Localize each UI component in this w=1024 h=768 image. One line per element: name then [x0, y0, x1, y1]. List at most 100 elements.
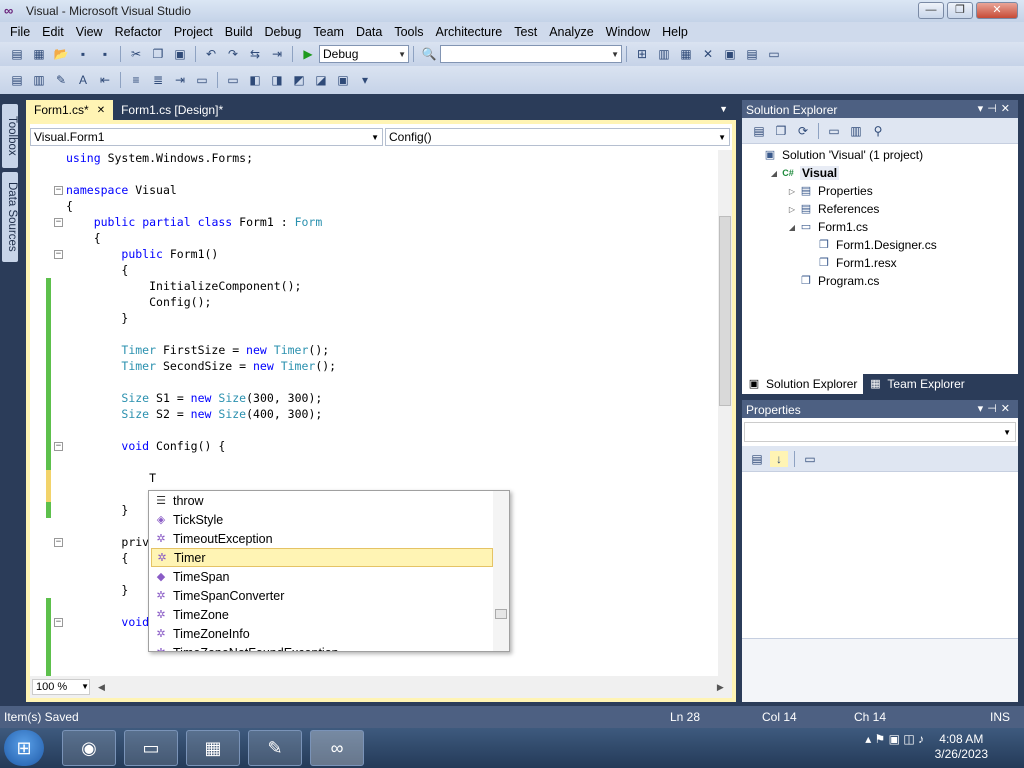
add-item-icon[interactable]: ▦: [30, 46, 48, 62]
collapse-icon[interactable]: −: [54, 538, 63, 547]
parameter-info-icon[interactable]: ▥: [30, 72, 48, 88]
decrease-indent-icon[interactable]: ⇤: [96, 72, 114, 88]
increase-indent-icon[interactable]: ⇥: [171, 72, 189, 88]
completion-item[interactable]: ◆ TimeSpan: [151, 567, 493, 586]
panel-controls[interactable]: ▾⊣✕: [978, 102, 1014, 115]
toolbar-options-icon[interactable]: ▾: [356, 72, 374, 88]
cut-icon[interactable]: ✂: [127, 46, 145, 62]
menu-edit[interactable]: Edit: [36, 25, 70, 39]
display-object-member-list-icon[interactable]: ▤: [8, 72, 26, 88]
close-tab-icon[interactable]: ✕: [97, 105, 105, 116]
completion-item[interactable]: ✲ TimeZone: [151, 605, 493, 624]
refresh-icon[interactable]: ⟳: [794, 123, 812, 139]
menu-project[interactable]: Project: [168, 25, 219, 39]
command-window-icon[interactable]: ▭: [765, 46, 783, 62]
menu-build[interactable]: Build: [219, 25, 259, 39]
collapse-icon[interactable]: −: [54, 186, 63, 195]
tree-item[interactable]: ▣ Solution 'Visual' (1 project): [750, 146, 923, 164]
tree-item[interactable]: ❐ Form1.resx: [804, 254, 897, 272]
scrollbar-thumb[interactable]: [719, 216, 731, 406]
menu-tools[interactable]: Tools: [388, 25, 429, 39]
panel-controls[interactable]: ▾⊣✕: [978, 402, 1014, 415]
minimize-button[interactable]: —: [918, 2, 944, 19]
scroll-left-icon[interactable]: ◀: [98, 682, 105, 693]
toolbox-icon[interactable]: ✕: [699, 46, 717, 62]
tree-item[interactable]: ◢ C# Visual: [768, 164, 840, 182]
class-combo[interactable]: Visual.Form1 ▼: [30, 128, 383, 146]
categorized-icon[interactable]: ▤: [748, 451, 766, 467]
menu-analyze[interactable]: Analyze: [543, 25, 599, 39]
start-page-icon[interactable]: ▣: [721, 46, 739, 62]
tree-item[interactable]: ◢ ▭ Form1.cs: [786, 218, 868, 236]
expand-toggle-icon[interactable]: ▷: [786, 205, 798, 214]
class-diagram-icon[interactable]: ⚲: [869, 123, 887, 139]
tree-item[interactable]: ▷ ▤ Properties: [786, 182, 873, 200]
alphabetical-icon[interactable]: ↓: [770, 450, 788, 467]
menu-architecture[interactable]: Architecture: [430, 25, 509, 39]
show-all-files-icon[interactable]: ❐: [772, 123, 790, 139]
copy-icon[interactable]: ❐: [149, 46, 167, 62]
collapse-icon[interactable]: −: [54, 618, 63, 627]
close-button[interactable]: ✕: [976, 2, 1018, 19]
completion-item[interactable]: ✲ TimeZoneNotFoundException: [151, 643, 493, 652]
solution-explorer-icon[interactable]: ⊞: [633, 46, 651, 62]
property-pages-icon[interactable]: ▭: [801, 451, 819, 467]
tab-form1-design[interactable]: Form1.cs [Design]*: [113, 100, 231, 120]
scroll-right-icon[interactable]: ▶: [717, 682, 724, 693]
editor-vertical-scrollbar[interactable]: [718, 150, 732, 680]
tab-solution-explorer[interactable]: ▣ Solution Explorer: [742, 374, 864, 394]
collapse-icon[interactable]: −: [54, 250, 63, 259]
completion-item[interactable]: ✲ TimeZoneInfo: [151, 624, 493, 643]
completion-item[interactable]: ◈ TickStyle: [151, 510, 493, 529]
properties-window-icon[interactable]: ▥: [655, 46, 673, 62]
open-file-icon[interactable]: 📂: [52, 46, 70, 62]
paste-icon[interactable]: ▣: [171, 46, 189, 62]
member-combo[interactable]: Config() ▼: [384, 128, 730, 146]
view-designer-icon[interactable]: ▥: [847, 123, 865, 139]
navigate-forward-icon[interactable]: ⇥: [268, 46, 286, 62]
toggle-bookmark-icon[interactable]: ▭: [193, 72, 211, 88]
toolbox-tab[interactable]: Toolbox: [2, 104, 18, 168]
menu-data[interactable]: Data: [350, 25, 388, 39]
notepad-taskbar-icon[interactable]: ✎: [248, 730, 302, 766]
maximize-button[interactable]: ❐: [947, 2, 973, 19]
chrome-taskbar-icon[interactable]: ◉: [62, 730, 116, 766]
save-all-icon[interactable]: ▪: [96, 46, 114, 62]
zoom-combo[interactable]: 100 % ▼: [32, 679, 90, 695]
object-browser-icon[interactable]: ▦: [677, 46, 695, 62]
control-panel-taskbar-icon[interactable]: ▦: [186, 730, 240, 766]
menu-debug[interactable]: Debug: [259, 25, 308, 39]
save-icon[interactable]: ▪: [74, 46, 92, 62]
menu-file[interactable]: File: [4, 25, 36, 39]
tab-dropdown-icon[interactable]: ▼: [719, 104, 728, 114]
scrollbar-thumb[interactable]: [495, 609, 507, 619]
comment-lines-icon[interactable]: ≡: [127, 72, 145, 88]
completion-item[interactable]: ✲ TimeSpanConverter: [151, 586, 493, 605]
object-selector-combo[interactable]: ▼: [744, 422, 1016, 442]
expand-toggle-icon[interactable]: ◢: [786, 223, 798, 232]
bookmark-icon[interactable]: ▭: [224, 72, 242, 88]
tree-item[interactable]: ❐ Form1.Designer.cs: [804, 236, 937, 254]
completion-list-scrollbar[interactable]: [493, 491, 509, 651]
next-bookmark-folder-icon[interactable]: ◪: [312, 72, 330, 88]
completion-item[interactable]: ✲ Timer: [151, 548, 493, 567]
expand-toggle-icon[interactable]: ▷: [786, 187, 798, 196]
previous-bookmark-folder-icon[interactable]: ◩: [290, 72, 308, 88]
complete-word-icon[interactable]: A: [74, 72, 92, 88]
clear-bookmarks-icon[interactable]: ▣: [334, 72, 352, 88]
view-code-icon[interactable]: ▭: [825, 123, 843, 139]
data-sources-tab[interactable]: Data Sources: [2, 172, 18, 262]
next-bookmark-icon[interactable]: ◨: [268, 72, 286, 88]
uncomment-lines-icon[interactable]: ≣: [149, 72, 167, 88]
tab-form1-cs[interactable]: Form1.cs* ✕: [26, 100, 114, 120]
start-debugging-icon[interactable]: ▶: [299, 46, 317, 62]
redo-icon[interactable]: ↷: [224, 46, 242, 62]
tab-team-explorer[interactable]: ▦ Team Explorer: [863, 374, 970, 394]
taskbar-clock[interactable]: 4:08 AM 3/26/2023: [935, 732, 988, 762]
navigate-icon[interactable]: ⇆: [246, 46, 264, 62]
menu-view[interactable]: View: [70, 25, 109, 39]
menu-test[interactable]: Test: [508, 25, 543, 39]
collapse-icon[interactable]: −: [54, 442, 63, 451]
completion-item[interactable]: ✲ TimeoutException: [151, 529, 493, 548]
undo-icon[interactable]: ↶: [202, 46, 220, 62]
